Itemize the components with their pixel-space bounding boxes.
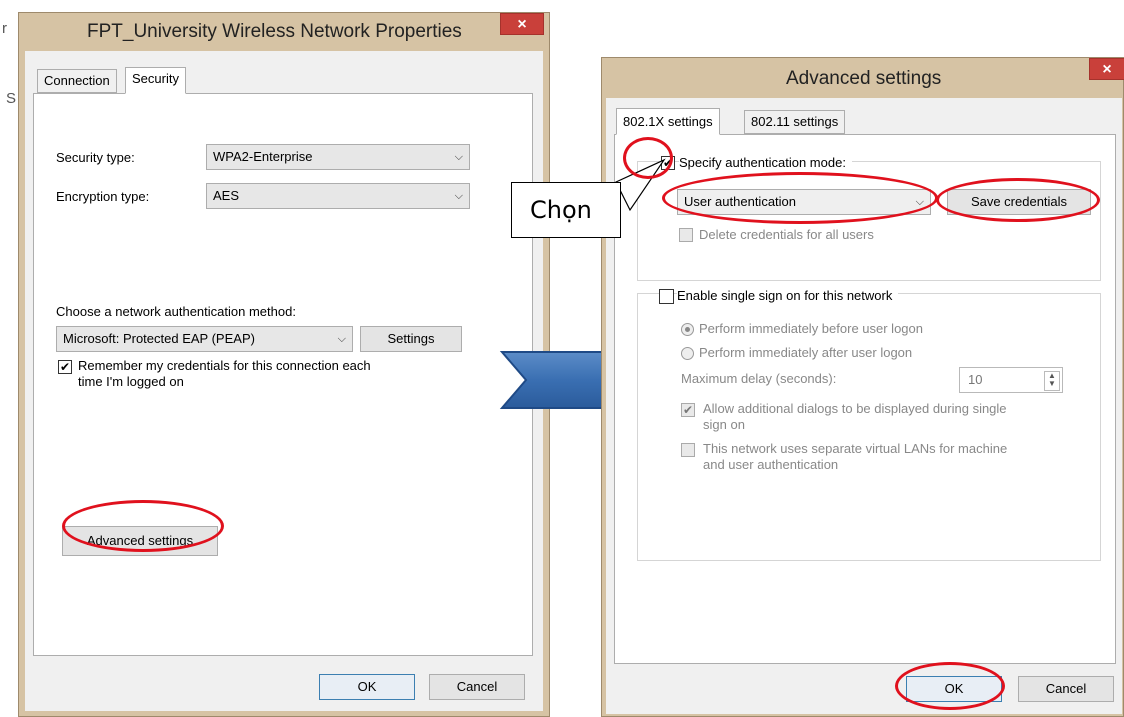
callout-text: Chọn [530, 196, 592, 224]
background-fragment: S [6, 90, 17, 107]
remember-credentials-label: Remember my credentials for this connect… [78, 358, 371, 373]
perform-after-label: Perform immediately after user logon [699, 345, 913, 360]
ok-button[interactable]: OK [319, 674, 415, 700]
separate-vlans-checkbox[interactable] [681, 443, 695, 457]
perform-before-radio[interactable] [681, 323, 694, 336]
auth-method-label: Choose a network authentication method: [56, 304, 296, 319]
sso-label: Enable single sign on for this network [677, 288, 899, 303]
tab-80211-settings[interactable]: 802.11 settings [744, 110, 846, 134]
title-bar: FPT_University Wireless Network Properti… [19, 13, 549, 51]
max-delay-spinner[interactable]: 10 ▲ ▼ [959, 367, 1063, 393]
chevron-down-icon: ⌵ [454, 190, 463, 202]
separate-vlans-label: This network uses separate virtual LANs … [703, 441, 1008, 456]
close-button[interactable]: × [500, 13, 544, 35]
advanced-settings-dialog: Advanced settings × 802.1X settings 802.… [601, 57, 1124, 717]
remember-credentials-checkbox[interactable]: ✔ [58, 360, 72, 374]
delete-credentials-label: Delete credentials for all users [699, 227, 874, 242]
cancel-button[interactable]: Cancel [1018, 676, 1114, 702]
network-properties-dialog: FPT_University Wireless Network Properti… [18, 12, 550, 717]
dialog-title: Advanced settings [786, 68, 942, 89]
sso-checkbox[interactable] [659, 289, 674, 304]
highlight-oval-save-credentials [936, 178, 1100, 222]
allow-dialogs-checkbox[interactable]: ✔ [681, 403, 695, 417]
highlight-oval-checkbox [623, 137, 673, 179]
max-delay-value: 10 [968, 372, 983, 387]
chevron-down-icon: ⌵ [337, 333, 346, 345]
highlight-oval-auth-mode [662, 172, 938, 224]
close-button[interactable]: × [1089, 58, 1124, 80]
perform-after-radio[interactable] [681, 347, 694, 360]
allow-dialogs-label-line2: sign on [703, 417, 745, 432]
background-fragment: r [2, 20, 7, 37]
security-type-value: WPA2-Enterprise [213, 149, 313, 164]
chevron-down-icon: ⌵ [454, 151, 463, 163]
encryption-type-label: Encryption type: [56, 189, 150, 204]
dialog-client-area: Connection Security Security type: WPA2-… [25, 51, 543, 711]
spinner-arrows-icon: ▲ ▼ [1044, 371, 1060, 391]
security-type-label: Security type: [56, 150, 135, 165]
max-delay-label: Maximum delay (seconds): [681, 371, 837, 386]
auth-method-dropdown[interactable]: Microsoft: Protected EAP (PEAP) ⌵ [56, 326, 353, 352]
auth-method-value: Microsoft: Protected EAP (PEAP) [63, 331, 255, 346]
tab-security[interactable]: Security [125, 67, 186, 94]
highlight-oval-advanced [62, 500, 224, 552]
dialog-title: FPT_University Wireless Network Properti… [87, 21, 462, 42]
perform-before-label: Perform immediately before user logon [699, 321, 923, 336]
security-type-dropdown[interactable]: WPA2-Enterprise ⌵ [206, 144, 470, 170]
security-tab-panel: Security type: WPA2-Enterprise ⌵ Encrypt… [33, 93, 533, 656]
separate-vlans-label-line2: and user authentication [703, 457, 839, 472]
delete-credentials-checkbox[interactable] [679, 228, 693, 242]
title-bar: Advanced settings × [602, 58, 1124, 96]
specify-auth-label: Specify authentication mode: [679, 155, 852, 170]
tab-connection[interactable]: Connection [37, 69, 117, 93]
settings-button[interactable]: Settings [360, 326, 462, 352]
remember-credentials-label-line2: time I'm logged on [78, 374, 184, 389]
tab-8021x-settings[interactable]: 802.1X settings [616, 108, 720, 135]
highlight-oval-ok [895, 662, 1005, 710]
allow-dialogs-label: Allow additional dialogs to be displayed… [703, 401, 1007, 416]
encryption-type-dropdown[interactable]: AES ⌵ [206, 183, 470, 209]
encryption-type-value: AES [213, 188, 240, 203]
cancel-button[interactable]: Cancel [429, 674, 525, 700]
